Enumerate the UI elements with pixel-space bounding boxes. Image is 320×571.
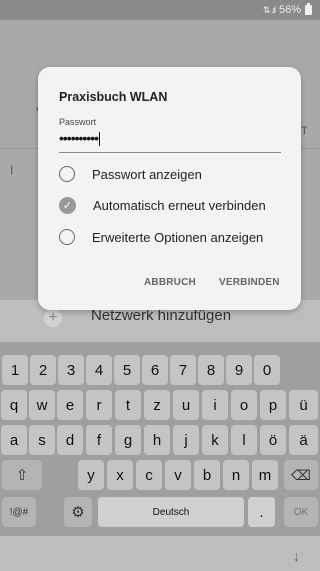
key-s[interactable]: s xyxy=(29,425,55,455)
key-z[interactable]: z xyxy=(144,390,170,420)
option-advanced[interactable]: Erweiterte Optionen anzeigen xyxy=(59,225,289,249)
key-r[interactable]: r xyxy=(86,390,112,420)
space-key[interactable]: Deutsch xyxy=(98,497,244,527)
key-ae[interactable]: ä xyxy=(289,425,318,455)
plus-icon: + xyxy=(44,309,62,327)
password-label: Passwort xyxy=(59,117,97,127)
key-d[interactable]: d xyxy=(57,425,83,455)
key-j[interactable]: j xyxy=(173,425,199,455)
backspace-key[interactable]: ⌫ xyxy=(284,460,318,490)
key-4[interactable]: 4 xyxy=(86,355,112,385)
key-o[interactable]: o xyxy=(231,390,257,420)
key-3[interactable]: 3 xyxy=(58,355,84,385)
key-0[interactable]: 0 xyxy=(254,355,280,385)
key-g[interactable]: g xyxy=(115,425,141,455)
key-ue[interactable]: ü xyxy=(289,390,318,420)
key-l[interactable]: l xyxy=(231,425,257,455)
settings-icon[interactable]: ⚙ xyxy=(64,497,92,527)
battery-percent: 56% xyxy=(278,4,301,16)
battery-icon xyxy=(305,3,312,15)
key-7[interactable]: 7 xyxy=(170,355,196,385)
key-w[interactable]: w xyxy=(29,390,55,420)
key-q[interactable]: q xyxy=(1,390,27,420)
key-u[interactable]: u xyxy=(173,390,199,420)
key-v[interactable]: v xyxy=(165,460,191,490)
key-8[interactable]: 8 xyxy=(198,355,224,385)
hide-keyboard-icon[interactable]: ↓ xyxy=(293,548,300,564)
option-label: Erweiterte Optionen anzeigen xyxy=(92,229,264,245)
key-2[interactable]: 2 xyxy=(30,355,56,385)
keyboard: 1 2 3 4 5 6 7 8 9 0 q w e r t z u i o p … xyxy=(0,342,320,536)
password-underline xyxy=(59,152,281,153)
password-value: •••••••••• xyxy=(59,130,99,146)
password-field[interactable]: •••••••••• xyxy=(59,130,101,147)
key-n[interactable]: n xyxy=(223,460,249,490)
option-label: Automatisch erneut verbinden xyxy=(93,197,266,213)
key-k[interactable]: k xyxy=(202,425,228,455)
wifi-connect-dialog: Praxisbuch WLAN Passwort •••••••••• Pass… xyxy=(38,67,301,310)
background-partial-text: T xyxy=(301,125,308,137)
dialog-title: Praxisbuch WLAN xyxy=(59,90,168,104)
key-i[interactable]: i xyxy=(202,390,228,420)
period-key[interactable]: . xyxy=(248,497,275,527)
signal-icon: ⇅ .ıl xyxy=(262,4,276,15)
key-1[interactable]: 1 xyxy=(2,355,28,385)
checked-circle-icon[interactable]: ✓ xyxy=(59,196,76,214)
navigation-bar: ↓ xyxy=(0,536,320,571)
cancel-button[interactable]: ABBRUCH xyxy=(144,277,196,288)
key-5[interactable]: 5 xyxy=(114,355,140,385)
key-x[interactable]: x xyxy=(107,460,133,490)
key-t[interactable]: t xyxy=(115,390,141,420)
unchecked-circle-icon[interactable] xyxy=(59,166,75,182)
key-m[interactable]: m xyxy=(252,460,278,490)
unchecked-circle-icon[interactable] xyxy=(59,229,75,245)
symbols-key[interactable]: !@# xyxy=(2,497,36,527)
key-b[interactable]: b xyxy=(194,460,220,490)
ok-key[interactable]: OK xyxy=(284,497,318,527)
key-p[interactable]: p xyxy=(260,390,286,420)
option-show-password[interactable]: Passwort anzeigen xyxy=(59,162,289,186)
key-c[interactable]: c xyxy=(136,460,162,490)
status-bar: ⇅ .ıl 56% xyxy=(0,0,320,20)
shift-key[interactable]: ⇧ xyxy=(2,460,42,490)
key-e[interactable]: e xyxy=(57,390,83,420)
key-6[interactable]: 6 xyxy=(142,355,168,385)
connect-button[interactable]: VERBINDEN xyxy=(219,277,280,288)
background-partial-text: I xyxy=(10,163,14,177)
key-h[interactable]: h xyxy=(144,425,170,455)
key-9[interactable]: 9 xyxy=(226,355,252,385)
option-label: Passwort anzeigen xyxy=(92,166,202,182)
key-y[interactable]: y xyxy=(78,460,104,490)
option-auto-reconnect[interactable]: ✓ Automatisch erneut verbinden xyxy=(59,193,289,217)
key-oe[interactable]: ö xyxy=(260,425,286,455)
text-cursor xyxy=(99,132,101,147)
key-a[interactable]: a xyxy=(1,425,27,455)
key-f[interactable]: f xyxy=(86,425,112,455)
